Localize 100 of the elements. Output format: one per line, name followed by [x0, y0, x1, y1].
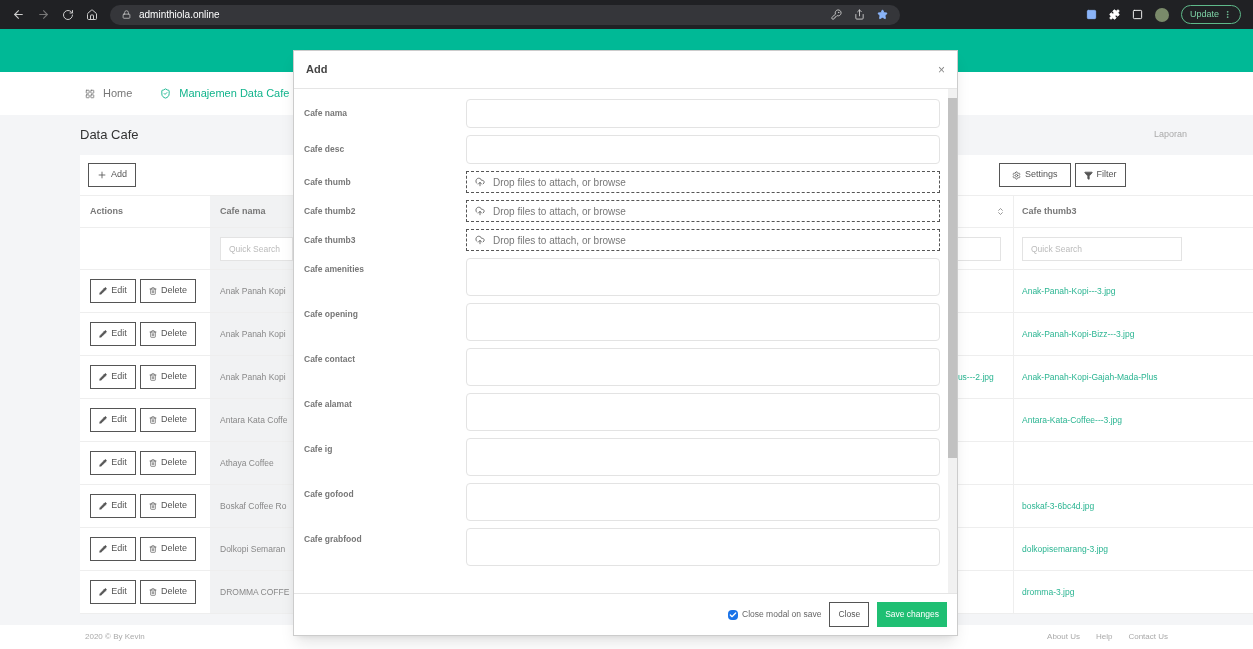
puzzle-icon[interactable] — [1108, 9, 1120, 20]
textarea-field[interactable] — [466, 438, 940, 476]
delete-button[interactable]: Delete — [140, 580, 196, 604]
filter-button[interactable]: Filter — [1074, 163, 1126, 187]
avatar[interactable] — [1154, 7, 1169, 22]
filter-icon — [1083, 170, 1093, 180]
edit-button[interactable]: Edit — [90, 494, 136, 518]
drop-zone-prompt: Drop files to attach, or browse — [493, 175, 626, 190]
pencil-icon — [99, 287, 108, 295]
pencil-icon — [99, 373, 108, 381]
close-button[interactable]: Close — [829, 602, 870, 627]
edit-button[interactable]: Edit — [90, 408, 136, 432]
field-label: Cafe nama — [304, 107, 348, 120]
delete-button[interactable]: Delete — [140, 451, 196, 475]
field-label: Cafe opening — [304, 308, 359, 321]
cloud-upload-icon — [475, 177, 485, 187]
delete-button[interactable]: Delete — [140, 322, 196, 346]
add-button[interactable]: Add — [88, 163, 136, 187]
field-label: Cafe alamat — [304, 398, 353, 411]
trash-icon — [149, 588, 157, 596]
table-cell: Anak Panah Kopi — [220, 327, 286, 341]
home-icon[interactable] — [86, 8, 98, 21]
trash-icon — [149, 416, 157, 424]
field-label: Cafe gofood — [304, 488, 355, 501]
back-icon[interactable] — [12, 8, 25, 21]
edit-button[interactable]: Edit — [90, 279, 136, 303]
plus-icon — [97, 170, 107, 180]
quick-search-field[interactable]: Quick Search — [1022, 236, 1182, 261]
textarea-field[interactable] — [466, 483, 940, 521]
table-cell: Dolkopi Semaran — [220, 542, 286, 556]
field-label: Cafe desc — [304, 143, 346, 156]
textarea-field[interactable] — [466, 258, 940, 296]
pencil-icon — [99, 416, 108, 424]
quick-search-field[interactable]: Quick Search — [220, 236, 293, 261]
edit-button[interactable]: Edit — [90, 451, 136, 475]
share-icon[interactable] — [854, 9, 865, 20]
field-label: Cafe contact — [304, 353, 356, 366]
extension-icon[interactable] — [1085, 9, 1097, 20]
checkbox[interactable] — [728, 609, 738, 620]
edit-button[interactable]: Edit — [90, 365, 136, 389]
column-header: Cafe thumb3 — [1022, 204, 1077, 218]
table-cell: Athaya Coffee — [220, 456, 274, 470]
field-label: Cafe thumb2 — [304, 204, 357, 218]
trash-icon — [149, 287, 157, 295]
sort-icon[interactable] — [996, 207, 1005, 216]
settings-icon — [1012, 170, 1021, 180]
copyright-text: 2020 © By Kevin — [85, 631, 145, 643]
file-drop-zone[interactable]: Drop files to attach, or browse — [466, 171, 940, 193]
edit-button[interactable]: Edit — [90, 580, 136, 604]
drop-zone-prompt: Drop files to attach, or browse — [493, 233, 626, 248]
reload-icon[interactable] — [62, 8, 74, 21]
pencil-icon — [99, 459, 108, 467]
search-field[interactable] — [956, 236, 1001, 261]
file-drop-zone[interactable]: Drop files to attach, or browse — [466, 229, 940, 251]
scrollbar[interactable] — [948, 89, 957, 593]
modal-title: Add — [306, 62, 328, 78]
pencil-icon — [99, 330, 108, 338]
field-label: Cafe amenities — [304, 263, 365, 276]
trash-icon — [149, 545, 157, 553]
table-cell: Anak Panah Kopi — [220, 370, 286, 384]
url-text: adminthiola.online — [139, 8, 220, 22]
drop-zone-prompt: Drop files to attach, or browse — [493, 204, 626, 219]
field-label: Cafe ig — [304, 443, 334, 456]
table-cell: Boskaf Coffee Ro — [220, 499, 287, 513]
field-label: Cafe thumb — [304, 175, 352, 189]
field-label: Cafe grabfood — [304, 533, 363, 546]
address-bar[interactable]: adminthiola.online — [110, 4, 900, 25]
text-field[interactable] — [466, 135, 940, 164]
pencil-icon — [99, 545, 108, 553]
forward-icon[interactable] — [37, 8, 50, 21]
star-icon[interactable] — [877, 9, 888, 20]
edit-button[interactable]: Edit — [90, 537, 136, 561]
delete-button[interactable]: Delete — [140, 494, 196, 518]
text-field[interactable] — [466, 99, 940, 128]
table-cell: Anak Panah Kopi — [220, 284, 286, 298]
side-panel-icon[interactable] — [1131, 9, 1143, 20]
table-cell: DROMMA COFFE — [220, 585, 290, 599]
delete-button[interactable]: Delete — [140, 537, 196, 561]
key-icon[interactable] — [831, 9, 842, 20]
settings-button[interactable]: Settings — [999, 163, 1071, 187]
delete-button[interactable]: Delete — [140, 365, 196, 389]
trash-icon — [149, 502, 157, 510]
cloud-upload-icon — [475, 206, 485, 216]
page-title: Data Cafe — [80, 126, 139, 145]
pencil-icon — [99, 588, 108, 596]
trash-icon — [149, 459, 157, 467]
delete-button[interactable]: Delete — [140, 279, 196, 303]
textarea-field[interactable] — [466, 393, 940, 431]
textarea-field[interactable] — [466, 303, 940, 341]
file-drop-zone[interactable]: Drop files to attach, or browse — [466, 200, 940, 222]
field-label: Cafe thumb3 — [304, 233, 357, 247]
textarea-field[interactable] — [466, 348, 940, 386]
textarea-field[interactable] — [466, 528, 940, 566]
edit-button[interactable]: Edit — [90, 322, 136, 346]
trash-icon — [149, 373, 157, 381]
column-header: Cafe nama — [220, 204, 266, 218]
delete-button[interactable]: Delete — [140, 408, 196, 432]
grid-icon — [85, 88, 95, 99]
trash-icon — [149, 330, 157, 338]
nav-item[interactable]: Home — [85, 85, 133, 102]
